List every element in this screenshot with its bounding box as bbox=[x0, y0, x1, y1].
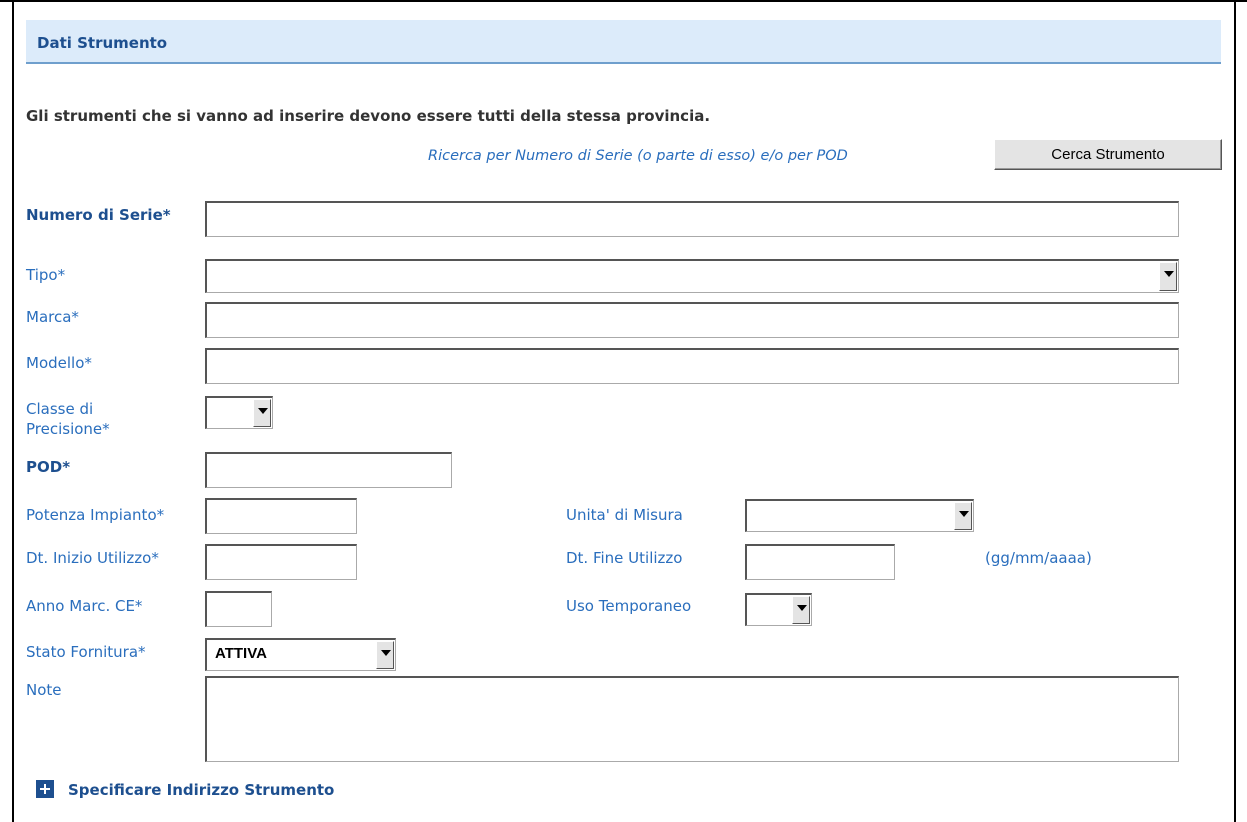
frame-top-border bbox=[0, 0, 1247, 2]
date-format-hint: (gg/mm/aaaa) bbox=[985, 549, 1092, 567]
stato-fornitura-select[interactable]: ATTIVA bbox=[205, 638, 396, 671]
classe-precisione-label: Classe di Precisione* bbox=[26, 400, 110, 438]
chevron-down-icon[interactable] bbox=[792, 596, 810, 624]
dt-fine-input[interactable] bbox=[745, 544, 895, 580]
anno-marc-ce-label: Anno Marc. CE* bbox=[26, 597, 143, 615]
uso-temporaneo-select[interactable] bbox=[745, 593, 812, 626]
tipo-select[interactable] bbox=[205, 259, 1179, 293]
frame-left-border bbox=[12, 0, 14, 822]
province-notice: Gli strumenti che si vanno ad inserire d… bbox=[26, 107, 711, 125]
note-textarea[interactable] bbox=[205, 676, 1179, 762]
numero-serie-input[interactable] bbox=[205, 201, 1179, 237]
modello-label: Modello* bbox=[26, 354, 92, 372]
classe-precisione-select[interactable] bbox=[205, 396, 273, 429]
dt-inizio-input[interactable] bbox=[205, 544, 357, 580]
stato-fornitura-label: Stato Fornitura* bbox=[26, 643, 146, 661]
section-header: Dati Strumento bbox=[26, 20, 1221, 64]
marca-label: Marca* bbox=[26, 308, 79, 326]
anno-marc-ce-input[interactable] bbox=[205, 591, 272, 627]
potenza-impianto-label: Potenza Impianto* bbox=[26, 506, 165, 524]
section-title: Dati Strumento bbox=[37, 34, 168, 52]
pod-label: POD* bbox=[26, 458, 71, 476]
unita-misura-select[interactable] bbox=[745, 499, 974, 532]
pod-input[interactable] bbox=[205, 452, 452, 488]
note-label: Note bbox=[26, 681, 62, 699]
plus-icon[interactable] bbox=[36, 780, 54, 798]
unita-misura-label: Unita' di Misura bbox=[566, 506, 683, 524]
frame-right-border bbox=[1234, 0, 1236, 822]
stato-fornitura-selected-value: ATTIVA bbox=[215, 645, 267, 662]
tipo-label: Tipo* bbox=[26, 266, 66, 284]
cerca-strumento-button[interactable]: Cerca Strumento bbox=[994, 139, 1222, 170]
search-hint: Ricerca per Numero di Serie (o parte di … bbox=[428, 148, 848, 164]
chevron-down-icon[interactable] bbox=[253, 399, 271, 427]
chevron-down-icon[interactable] bbox=[1159, 262, 1177, 291]
marca-input[interactable] bbox=[205, 302, 1179, 338]
potenza-impianto-input[interactable] bbox=[205, 498, 357, 534]
uso-temporaneo-label: Uso Temporaneo bbox=[566, 597, 692, 615]
chevron-down-icon[interactable] bbox=[376, 641, 394, 669]
modello-input[interactable] bbox=[205, 348, 1179, 384]
specificare-indirizzo-link[interactable]: Specificare Indirizzo Strumento bbox=[68, 781, 334, 799]
dt-inizio-label: Dt. Inizio Utilizzo* bbox=[26, 549, 159, 567]
dt-fine-label: Dt. Fine Utilizzo bbox=[566, 549, 683, 567]
chevron-down-icon[interactable] bbox=[954, 502, 972, 530]
numero-serie-label: Numero di Serie* bbox=[26, 206, 171, 224]
